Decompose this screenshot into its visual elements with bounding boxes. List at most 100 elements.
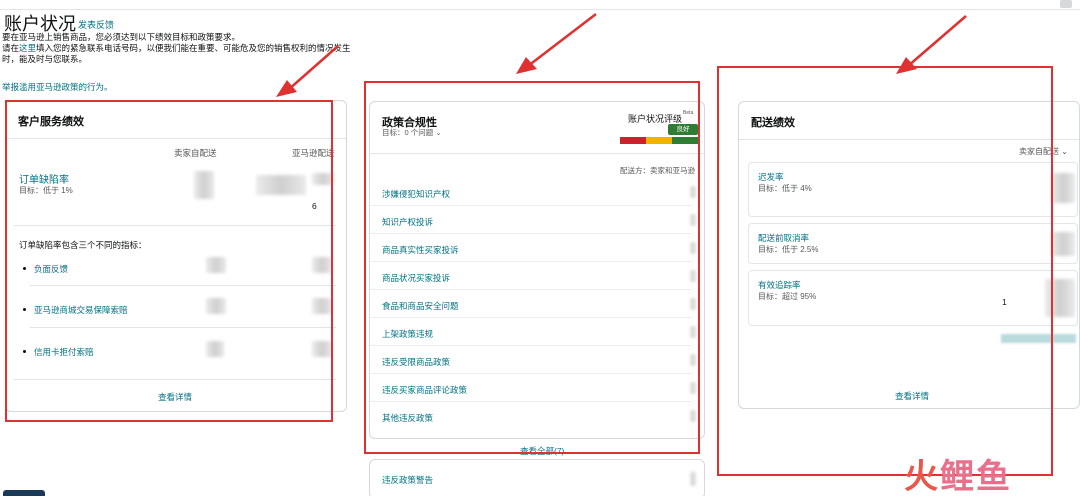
redacted-value: [690, 354, 696, 366]
policy-item-link[interactable]: 涉嫌侵犯知识产权: [382, 188, 450, 200]
fulfillment-dropdown[interactable]: 卖家自配送 ⌄: [1019, 146, 1068, 157]
watermark-part-1: 火: [904, 458, 940, 496]
divider: [14, 379, 336, 380]
redacted-value: [690, 410, 696, 422]
card-header: 客户服务绩效: [6, 101, 346, 139]
chargeback-claims-link[interactable]: 信用卡拒付索赔: [34, 346, 94, 358]
valid-tracking-link[interactable]: 有效追踪率: [758, 279, 801, 291]
redacted-value: [690, 472, 696, 486]
watermark-logo: 火鲤鱼: [904, 449, 1012, 496]
chevron-down-icon: ⌄: [435, 128, 442, 137]
policy-row[interactable]: 商品真实性买家投诉: [370, 234, 696, 262]
top-bar: [0, 0, 1080, 10]
arrow-head: [896, 57, 917, 74]
policy-item-link[interactable]: 违反买家商品评论政策: [382, 384, 467, 396]
arrow-head: [516, 57, 537, 74]
late-shipment-link[interactable]: 迟发率: [758, 171, 784, 183]
redacted-value: [690, 270, 696, 282]
redacted-value: [312, 298, 332, 314]
divider: [30, 327, 336, 328]
column-header-fba: 亚马逊配送: [292, 148, 335, 158]
corner-button[interactable]: [3, 490, 45, 496]
target-text: 目标：0 个问题: [382, 128, 434, 137]
policy-item-link[interactable]: 商品真实性买家投诉: [382, 244, 459, 256]
rating-bar-yellow: [646, 137, 672, 144]
policy-item-link[interactable]: 知识产权投诉: [382, 216, 433, 228]
card-title: 配送绩效: [751, 117, 795, 129]
redacted-value: [690, 214, 696, 226]
view-details-link[interactable]: 查看详情: [158, 391, 192, 403]
redacted-value: [312, 257, 332, 273]
redacted-value: [206, 257, 226, 273]
metric-target: 目标：超过 95%: [758, 292, 817, 301]
intro-line-1: 要在亚马逊上销售商品，您必须达到以下绩效目标和政策要求。: [2, 32, 241, 42]
annotation-arrow: [527, 13, 597, 67]
policy-row[interactable]: 知识产权投诉: [370, 206, 696, 234]
redacted-value: [256, 175, 306, 195]
delivery-performance-card: 配送绩效 卖家自配送 ⌄ 迟发率 目标：低于 4% 配送前取消率 目标：低于 2…: [738, 101, 1080, 409]
policy-item-link[interactable]: 食品和商品安全问题: [382, 300, 459, 312]
late-shipment-card[interactable]: 迟发率 目标：低于 4%: [748, 162, 1078, 217]
partial-value: 6: [312, 201, 317, 211]
bullet: [23, 267, 26, 270]
order-defect-rate-link[interactable]: 订单缺陷率: [19, 171, 69, 186]
divider: [14, 225, 336, 226]
card-header: 配送绩效: [739, 102, 1079, 140]
policy-row[interactable]: 其他违反政策: [370, 402, 696, 430]
rating-bar: [620, 137, 698, 144]
feedback-link[interactable]: 发表反馈: [78, 18, 114, 31]
dropdown-label: 卖家自配送: [1019, 147, 1059, 156]
redacted-value: [690, 298, 696, 310]
rating-bar-red: [620, 137, 646, 144]
intro-line-2: 请在这里填入您的紧急联系电话号码，以便我们能在重要、可能危及您的销售权利的情况发…: [2, 43, 352, 65]
view-details-link[interactable]: 查看详情: [895, 390, 929, 402]
redacted-value: [690, 326, 696, 338]
policy-warnings-link[interactable]: 违反政策警告: [382, 474, 433, 486]
policy-item-link[interactable]: 上架政策违规: [382, 328, 433, 340]
policy-row[interactable]: 违反买家商品评论政策: [370, 374, 696, 402]
divider: [30, 285, 336, 286]
redacted-value: [690, 242, 696, 254]
bullet: [23, 308, 26, 311]
view-all-link[interactable]: 查看全部(7): [520, 445, 564, 457]
redacted-value: [690, 186, 696, 198]
pre-fulfillment-cancel-card[interactable]: 配送前取消率 目标：低于 2.5%: [748, 223, 1078, 264]
card-title: 客户服务绩效: [18, 116, 84, 128]
policy-item-link[interactable]: 商品状况买家投诉: [382, 272, 450, 284]
negative-feedback-link[interactable]: 负面反馈: [34, 263, 68, 275]
redacted-value: [312, 173, 334, 185]
odr-target: 目标：低于 1%: [19, 186, 73, 195]
metric-target: 目标：低于 2.5%: [758, 245, 819, 254]
policy-target[interactable]: 目标：0 个问题 ⌄: [382, 127, 442, 138]
top-bar-button[interactable]: [1060, 0, 1072, 8]
redacted-value: [1051, 232, 1075, 256]
ship-by-label: 配送方：卖家和亚马逊: [620, 166, 695, 175]
beta-tag: Beta: [683, 110, 694, 116]
policy-row[interactable]: 上架政策违规: [370, 318, 696, 346]
report-abuse-link[interactable]: 举报滥用亚马逊政策的行为。: [2, 81, 113, 93]
redacted-value: [690, 382, 696, 394]
policy-row[interactable]: 商品状况买家投诉: [370, 262, 696, 290]
redacted-bar: [1001, 334, 1076, 343]
policy-row[interactable]: 食品和商品安全问题: [370, 290, 696, 318]
redacted-value: [206, 341, 224, 357]
watermark-part-2: 鲤鱼: [940, 458, 1012, 496]
a-to-z-claims-link[interactable]: 亚马逊商城交易保障索赔: [34, 304, 128, 316]
annotation-arrow: [907, 15, 967, 67]
redacted-value: [1045, 279, 1075, 317]
column-header-fbm: 卖家自配送: [174, 148, 217, 158]
intro-suffix: 填入您的紧急联系电话号码，以便我们能在重要、可能危及您的销售权利的情况发生时，能…: [2, 43, 351, 64]
bullet: [23, 350, 26, 353]
policy-item-link[interactable]: 违反受限商品政策: [382, 356, 450, 368]
metric-target: 目标：低于 4%: [758, 184, 812, 193]
policy-row[interactable]: 涉嫌侵犯知识产权: [370, 178, 696, 206]
intro-prefix: 请在: [2, 43, 20, 53]
policy-item-link[interactable]: 其他违反政策: [382, 412, 433, 424]
rating-bar-green: [672, 137, 698, 144]
redacted-value: [194, 171, 214, 199]
pre-fulfillment-cancel-link[interactable]: 配送前取消率: [758, 232, 809, 244]
valid-tracking-card[interactable]: 有效追踪率 目标：超过 95% 1: [748, 270, 1078, 326]
policy-row[interactable]: 违反受限商品政策: [370, 346, 696, 374]
intro-text: 要在亚马逊上销售商品，您必须达到以下绩效目标和政策要求。 请在这里填入您的紧急联…: [2, 32, 352, 65]
emergency-contact-link[interactable]: 这里: [19, 43, 36, 53]
